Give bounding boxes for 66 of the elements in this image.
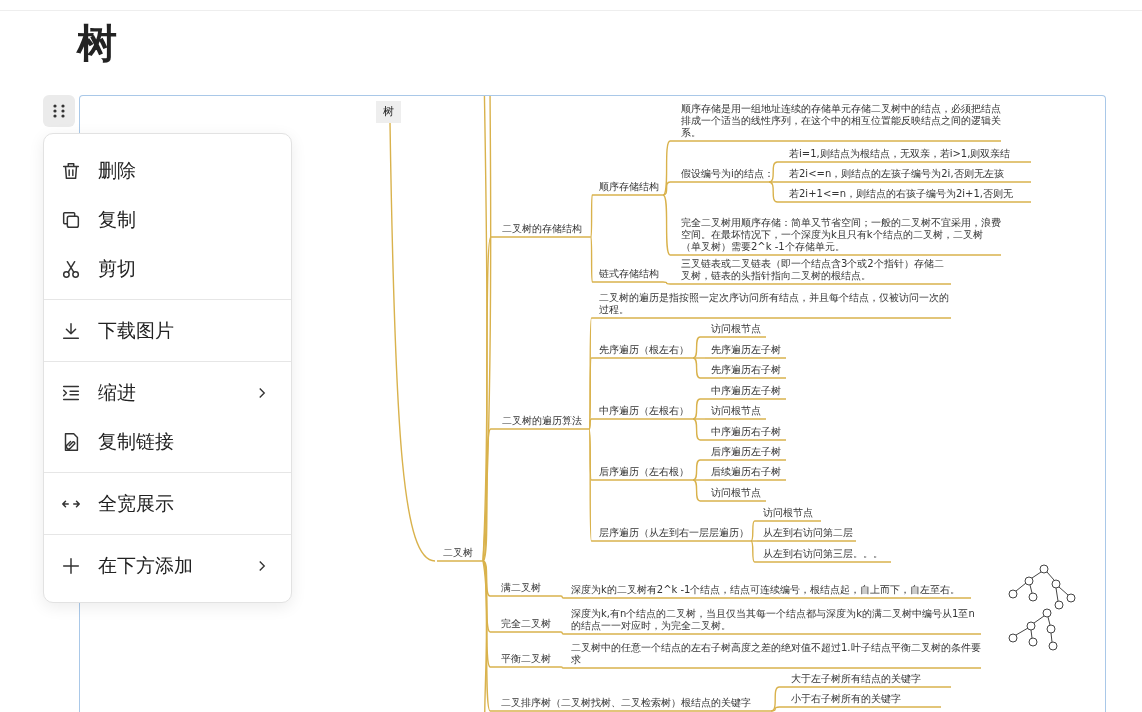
node-label: 若2i<=n，则结点的左孩子编号为2i,否则无左孩: [789, 168, 1004, 180]
menu-item[interactable]: 在下方添加: [44, 541, 291, 590]
node-label: 顺序存储是用一组地址连续的存储单元存储二叉树中的结点，必须把结点排成一个适当的线性序列，在这个中的相互位置能反映结点之间的逻辑关系。: [681, 103, 1001, 139]
node-label: 后序遍历左子树: [711, 446, 781, 458]
branch-line: [560, 666, 566, 669]
root-node: 树: [376, 101, 401, 123]
node-underline: [494, 631, 562, 633]
node-label: 中序遍历左子树: [711, 385, 781, 397]
node-label: 若2i+1<=n，则结点的右孩子编号为2i+1,否则无: [789, 188, 1014, 200]
node-label: 深度为k的二叉树有2^k -1个结点，结点可连续编号，根结点起，自上而下，自左至右。: [571, 584, 962, 596]
menu-item[interactable]: 全宽展示: [44, 479, 291, 528]
node-label: 平衡二叉树: [501, 653, 551, 665]
node-label: 从左到右访问第三层。。。: [763, 548, 883, 560]
node-label: 若i=1,则结点为根结点，无双亲，若i>1,则双亲结: [789, 148, 1011, 160]
node-label: 后序遍历（左右根）: [599, 466, 689, 478]
node-label: 访问根节点: [711, 487, 761, 499]
node-underline: [704, 418, 767, 420]
node-label: 中序遍历右子树: [711, 426, 781, 438]
node-underline: [704, 500, 767, 502]
drag-handle[interactable]: [43, 95, 75, 127]
menu-item[interactable]: 剪切: [44, 244, 291, 293]
node-label: 二叉树的遍历是指按照一定次序访问所有结点，并且每个结点，仅被访问一次的过程。: [599, 292, 950, 316]
node-label: 二叉树的遍历算法: [502, 415, 582, 427]
drag-dots-icon: [52, 103, 66, 119]
node-label: 三叉链表或二叉链表（即一个结点含3个或2个指针）存储二叉树，链表的头指针指向二叉树的根结点。: [681, 258, 945, 282]
node-label: 层序遍历（从左到右一层层遍历）: [599, 527, 749, 539]
node-underline: [756, 520, 822, 522]
branch-line: [662, 281, 676, 285]
node-label: 大于左子树所有结点的关键字: [791, 673, 921, 685]
node-label: 访问根节点: [711, 323, 761, 335]
node-label: 深度为k,有n个结点的二叉树，当且仅当其每一个结点都与深度为k的满二叉树中编号从1至n的结点一一对应时，为完全二叉树。: [571, 608, 976, 632]
node-label: 先序遍历右子树: [711, 364, 781, 376]
node-label: 中序遍历（左根右）: [599, 405, 689, 417]
menu-item[interactable]: 复制链接: [44, 417, 291, 466]
node-label: 链式存储结构: [599, 268, 659, 280]
menu-item[interactable]: 下载图片: [44, 306, 291, 355]
node-label: 完全二叉树: [501, 618, 551, 630]
node-label: 先序遍历左子树: [711, 344, 781, 356]
branch-line: [560, 631, 566, 635]
node-label: 访问根节点: [763, 507, 813, 519]
node-underline: [494, 666, 562, 668]
node-label: 顺序存储结构: [599, 181, 659, 193]
node-label: 二叉树中的任意一个结点的左右子树高度之差的绝对值不超过1.叶子结点平衡二叉树的条件要求: [571, 642, 981, 666]
node-label: 先序遍历（根左右）: [599, 344, 689, 356]
node-underline: [704, 336, 767, 338]
binary-tree-drawing: [1008, 564, 1076, 610]
menu-item[interactable]: 缩进: [44, 368, 291, 417]
node-label: 二叉树的存储结构: [502, 223, 582, 235]
menu-item[interactable]: 复制: [44, 195, 291, 244]
node-label: 访问根节点: [711, 405, 761, 417]
menu-item[interactable]: 删除: [44, 146, 291, 195]
node-underline: [592, 194, 664, 196]
node-label: 从左到右访问第二层: [763, 527, 853, 539]
node-label: 小于右子树所有的关键字: [791, 693, 901, 705]
node-underline: [494, 595, 562, 597]
node-underline: [436, 560, 484, 562]
node-underline: [592, 281, 664, 283]
node-label: 完全二叉树用顺序存储：简单又节省空间；一般的二叉树不宜采用，浪费空间。在最坏情况下，一个深度为k且只有k个结点的二叉树，二叉树（单叉树）需要2^k -1个存储单元。: [681, 217, 1001, 253]
node-label: 二叉树: [443, 547, 473, 559]
node-label: 假设编号为i的结点：: [681, 168, 774, 180]
node-label: 二叉排序树（二叉树找树、二叉检索树）根结点的关键字: [501, 697, 751, 709]
node-label: 满二叉树: [501, 582, 541, 594]
binary-tree-drawing: [1008, 608, 1058, 651]
node-label: 后续遍历右子树: [711, 466, 781, 478]
branch-line: [560, 595, 566, 599]
page-title: 树: [77, 19, 118, 68]
